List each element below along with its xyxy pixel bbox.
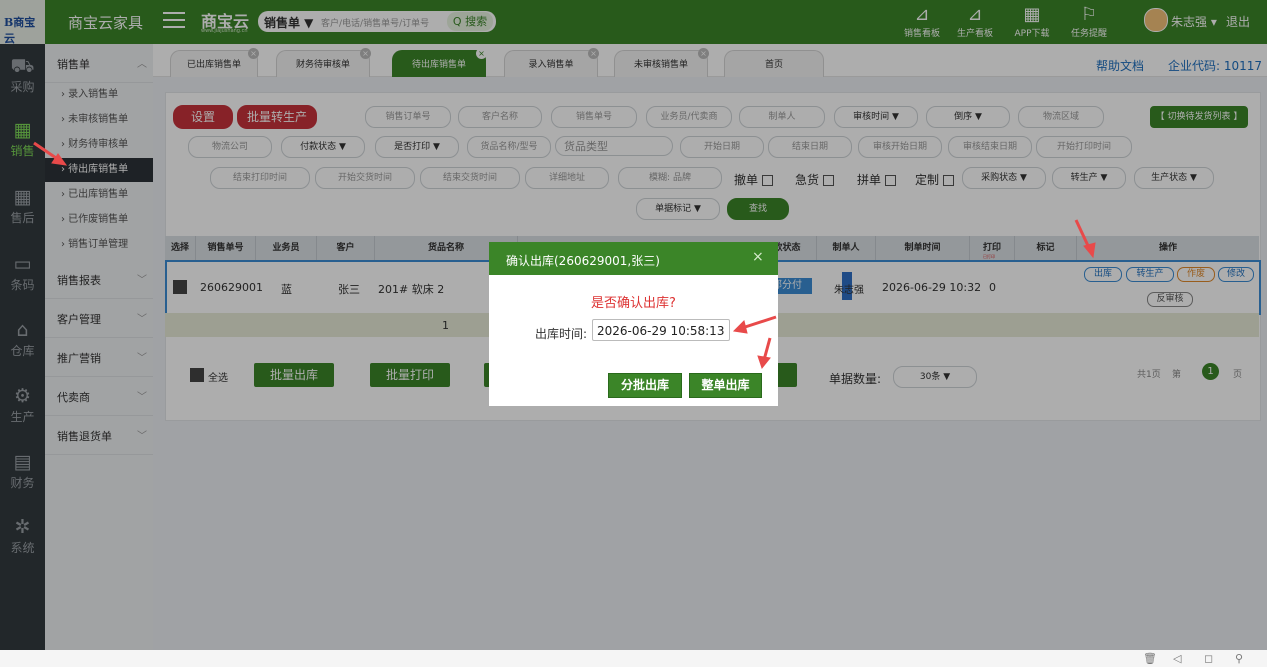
arrow-head-icon <box>732 320 748 334</box>
trash-icon[interactable]: 🗑 <box>1143 652 1157 665</box>
search-icon[interactable]: ⚲ <box>1235 652 1243 665</box>
arrow-head-icon <box>757 355 771 370</box>
arrow-head-icon <box>1083 242 1096 259</box>
speaker-icon[interactable]: ◁ <box>1173 652 1181 665</box>
annotation-arrows <box>33 141 1096 370</box>
annotation-arrow <box>741 315 777 330</box>
window-icon[interactable]: ◻ <box>1204 652 1213 665</box>
status-bar <box>0 650 1267 667</box>
